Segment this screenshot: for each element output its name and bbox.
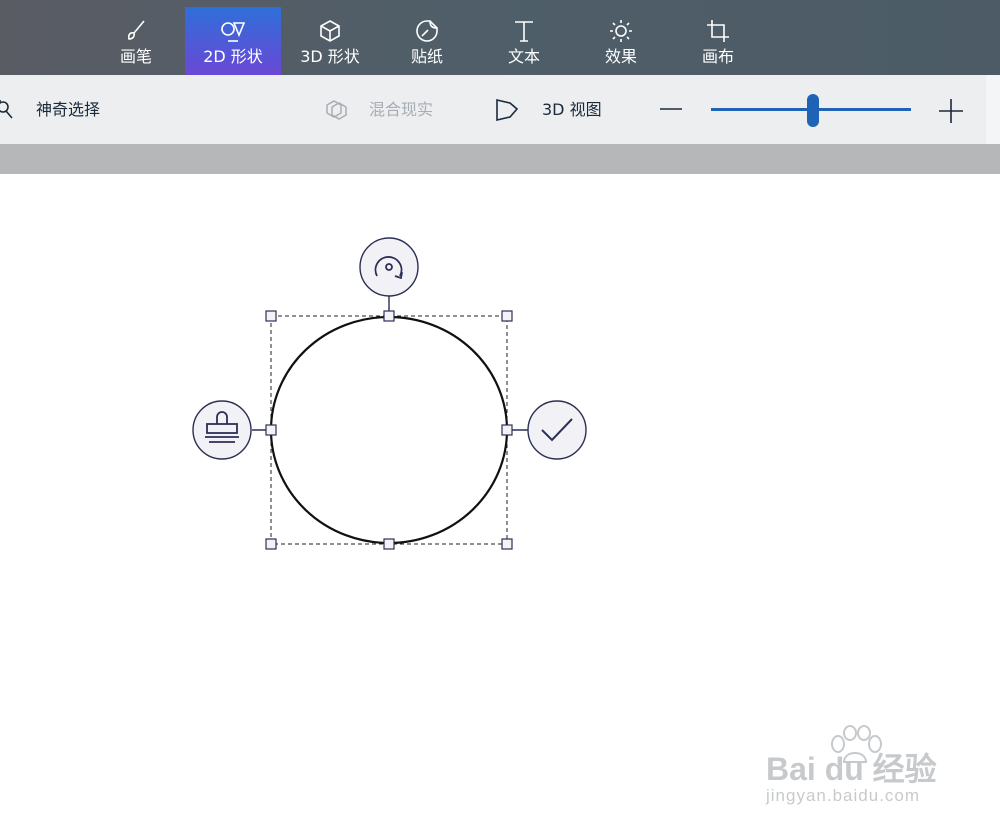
handle-bottom-right: [501, 538, 513, 550]
handle-bottom-left: [265, 538, 277, 550]
handle-right: [501, 424, 513, 436]
shape-selection-layer: [192, 237, 587, 550]
rotate-button: [359, 237, 419, 297]
watermark-brand: Bai du 经验: [766, 751, 937, 787]
handle-top-right: [501, 310, 513, 322]
resize-handles: [265, 310, 513, 550]
handle-top: [383, 310, 395, 322]
stamp-button: [192, 400, 252, 460]
confirm-button: [527, 400, 587, 460]
handle-left: [265, 424, 277, 436]
watermark-url: jingyan.baidu.com: [766, 786, 921, 805]
watermark: Bai du 经验 jingyan.baidu.com: [762, 716, 962, 816]
handle-bottom: [383, 538, 395, 550]
circle-shape: [269, 315, 509, 545]
handle-top-left: [265, 310, 277, 322]
